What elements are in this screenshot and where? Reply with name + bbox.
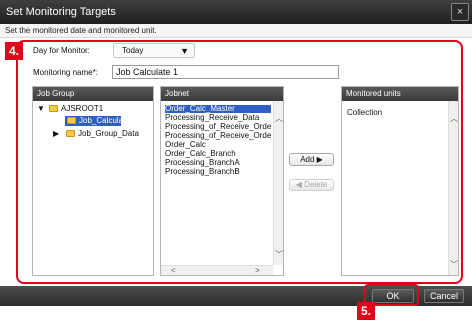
jobnet-vertical-scrollbar[interactable]: ︿ ﹀ (273, 101, 283, 265)
monitored-unit-item[interactable]: Collection (347, 108, 382, 117)
jobnet-item[interactable]: Order_Calc (165, 141, 271, 149)
title-bar: Set Monitoring Targets (0, 0, 472, 24)
delete-button-label: Delete (304, 180, 328, 189)
monitoring-name-input[interactable]: Job Calculate 1 (112, 65, 339, 79)
jobnet-item[interactable]: Processing_of_Receive_Orde (165, 132, 271, 140)
jobnet-item[interactable]: Processing_of_Receive_Orde (165, 123, 271, 131)
tree-node-job-calculate[interactable]: Job_Calculate (65, 116, 130, 126)
jobnet-item[interactable]: Order_Calc_Master (165, 105, 271, 113)
jobnet-item[interactable]: Processing_BranchB (165, 168, 271, 176)
folder-icon (66, 130, 75, 137)
add-button[interactable]: Add ▶ (289, 153, 334, 166)
jobnet-item[interactable]: Processing_Receive_Data (165, 114, 271, 122)
scroll-up-icon[interactable]: ︿ (450, 113, 458, 124)
job-group-header: Job Group (33, 87, 153, 101)
dropdown-arrow-icon: ▼ (180, 46, 189, 56)
set-monitoring-targets-dialog: Set Monitoring Targets × Set the monitor… (0, 0, 472, 328)
step4-callout: 4. (5, 42, 23, 60)
dialog-title: Set Monitoring Targets (6, 6, 116, 18)
instruction-text: Set the monitored date and monitored uni… (0, 24, 472, 38)
step5-callout: 5. (357, 302, 375, 320)
tree-node-label: AJSROOT1 (61, 104, 104, 113)
close-button[interactable]: × (451, 3, 469, 21)
monitored-units-scrollbar[interactable]: ︿ ﹀ (448, 101, 458, 275)
ok-button[interactable]: OK (372, 289, 414, 303)
day-for-monitor-select[interactable]: Today ▼ (113, 43, 195, 58)
jobnet-horizontal-scrollbar[interactable]: < > (161, 265, 273, 275)
delete-button[interactable]: ◀ Delete (289, 179, 334, 191)
job-group-panel: Job Group ▼ AJSROOT1 Job_Calculate ▶ Job… (32, 86, 154, 276)
jobnet-item[interactable]: Processing_BranchA (165, 159, 271, 167)
monitoring-name-label: Monitoring name*: (33, 68, 98, 77)
delete-arrow-icon: ◀ (295, 180, 302, 189)
scroll-down-icon[interactable]: ﹀ (450, 259, 458, 270)
add-button-label: Add (300, 155, 315, 164)
scroll-left-icon[interactable]: < (171, 266, 176, 275)
monitored-units-header: Monitored units (342, 87, 458, 101)
day-for-monitor-value: Today (122, 46, 144, 55)
scroll-right-icon[interactable]: > (255, 266, 260, 275)
folder-icon (67, 117, 76, 124)
jobnet-header: Jobnet (161, 87, 283, 101)
scroll-down-icon[interactable]: ﹀ (275, 249, 283, 260)
tree-node-label: Job_Calculate (79, 116, 130, 125)
tree-node-ajsroot1[interactable]: AJSROOT1 (49, 104, 103, 113)
jobnet-panel: Jobnet Order_Calc_Master Processing_Rece… (160, 86, 284, 276)
tree-expand-icon[interactable]: ▼ (37, 104, 45, 113)
tree-node-label: Job_Group_Data (78, 129, 139, 138)
cancel-button[interactable]: Cancel (424, 289, 464, 303)
day-for-monitor-label: Day for Monitor: (33, 46, 90, 55)
tree-node-job-group-data[interactable]: Job_Group_Data (66, 129, 139, 138)
tree-collapse-icon[interactable]: ▶ (53, 129, 59, 138)
monitored-units-panel: Monitored units Collection ︿ ﹀ (341, 86, 459, 276)
folder-icon (49, 105, 58, 112)
jobnet-item[interactable]: Order_Calc_Branch (165, 150, 271, 158)
scroll-up-icon[interactable]: ︿ (275, 113, 283, 124)
add-arrow-icon: ▶ (316, 155, 323, 164)
